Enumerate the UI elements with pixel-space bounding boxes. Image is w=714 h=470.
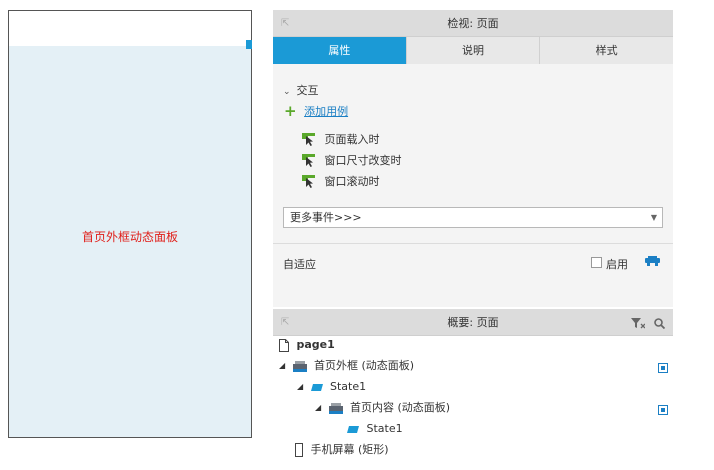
event-window-scroll[interactable]: 窗口滚动时	[302, 173, 380, 189]
section-divider	[273, 243, 673, 244]
tab-style[interactable]: 样式	[540, 37, 674, 64]
selection-handle[interactable]	[246, 40, 252, 49]
rectangle-icon	[295, 443, 303, 457]
outline-item-label: 首页内容 (动态面板)	[350, 401, 451, 414]
inspector-tabs: 属性 说明 样式	[273, 37, 674, 64]
dynamic-panel-home-frame[interactable]: 首页外框动态面板	[9, 46, 251, 437]
event-label: 窗口尺寸改变时	[324, 154, 402, 167]
interaction-section-header[interactable]: ⌄ 交互	[283, 82, 319, 98]
panel-state-indicator[interactable]	[658, 405, 668, 415]
outline-item-label: 首页外框 (动态面板)	[314, 359, 415, 372]
outline-title-bar: ⇱ 概要: 页面	[273, 309, 673, 336]
outline-item-label: State1	[366, 422, 403, 435]
state-icon	[310, 383, 323, 391]
outline-item-label: 手机屏幕 (矩形)	[310, 443, 389, 456]
search-icon[interactable]	[654, 317, 666, 329]
inspector-title: 检视: 页面	[447, 17, 499, 30]
dynamic-panel-icon	[292, 360, 307, 372]
expand-triangle-icon[interactable]: ◢	[297, 378, 307, 396]
event-label: 页面载入时	[324, 133, 380, 146]
event-cursor-icon	[302, 132, 315, 146]
adaptive-label: 自适应	[283, 258, 316, 271]
add-case-link[interactable]: 添加用例	[304, 105, 348, 118]
pin-icon[interactable]: ⇱	[281, 10, 289, 37]
add-case-button[interactable]: + 添加用例	[284, 103, 348, 119]
more-events-select[interactable]: 更多事件>>> ▼	[283, 207, 663, 228]
enable-adaptive-checkbox[interactable]	[591, 257, 602, 268]
phone-screen-rect[interactable]: 首页外框动态面板	[8, 10, 252, 438]
event-cursor-icon	[302, 174, 315, 188]
outline-item-phone-screen[interactable]: 手机屏幕 (矩形)	[295, 441, 389, 459]
adaptive-views-icon[interactable]	[645, 256, 660, 266]
pin-icon[interactable]: ⇱	[281, 309, 289, 336]
event-cursor-icon	[302, 153, 315, 167]
outline-item-label: State1	[330, 380, 367, 393]
outline-item-state[interactable]: ◢ State1	[297, 378, 366, 396]
outline-item-home-content[interactable]: ◢ 首页内容 (动态面板)	[315, 399, 450, 417]
event-page-load[interactable]: 页面载入时	[302, 131, 380, 147]
outline-title: 概要: 页面	[447, 316, 499, 329]
page-icon	[279, 338, 289, 352]
tab-notes[interactable]: 说明	[406, 37, 541, 64]
enable-label: 启用	[606, 258, 628, 271]
filter-icon[interactable]	[630, 317, 645, 329]
outline-item-state[interactable]: State1	[347, 420, 403, 438]
outline-page-row[interactable]: page1	[279, 336, 335, 354]
dynamic-panel-label: 首页外框动态面板	[81, 230, 178, 244]
tab-properties[interactable]: 属性	[273, 37, 407, 64]
event-label: 窗口滚动时	[324, 175, 380, 188]
state-icon	[347, 425, 359, 433]
chevron-down-icon: ⌄	[283, 87, 291, 97]
dynamic-panel-icon	[328, 402, 343, 414]
outline-panel: ⇱ 概要: 页面 page1 ◢ 首页外框 (动态面板) ◢ State1 ◢ …	[273, 309, 673, 470]
plus-icon: +	[284, 102, 297, 120]
event-window-resize[interactable]: 窗口尺寸改变时	[302, 152, 402, 168]
more-events-value: 更多事件>>>	[290, 211, 362, 224]
expand-triangle-icon[interactable]: ◢	[279, 357, 289, 375]
panel-state-indicator[interactable]	[658, 363, 668, 373]
inspector-title-bar: ⇱ 检视: 页面	[273, 10, 673, 37]
dropdown-arrow-icon: ▼	[650, 213, 657, 222]
interaction-section-label: 交互	[296, 84, 319, 97]
inspector-panel: ⇱ 检视: 页面 属性 说明 样式 ⌄ 交互 + 添加用例 页面载入时 窗口尺寸…	[273, 10, 674, 307]
page-name: page1	[296, 338, 335, 351]
outline-item-home-frame[interactable]: ◢ 首页外框 (动态面板)	[279, 357, 414, 375]
expand-triangle-icon[interactable]: ◢	[315, 399, 325, 417]
